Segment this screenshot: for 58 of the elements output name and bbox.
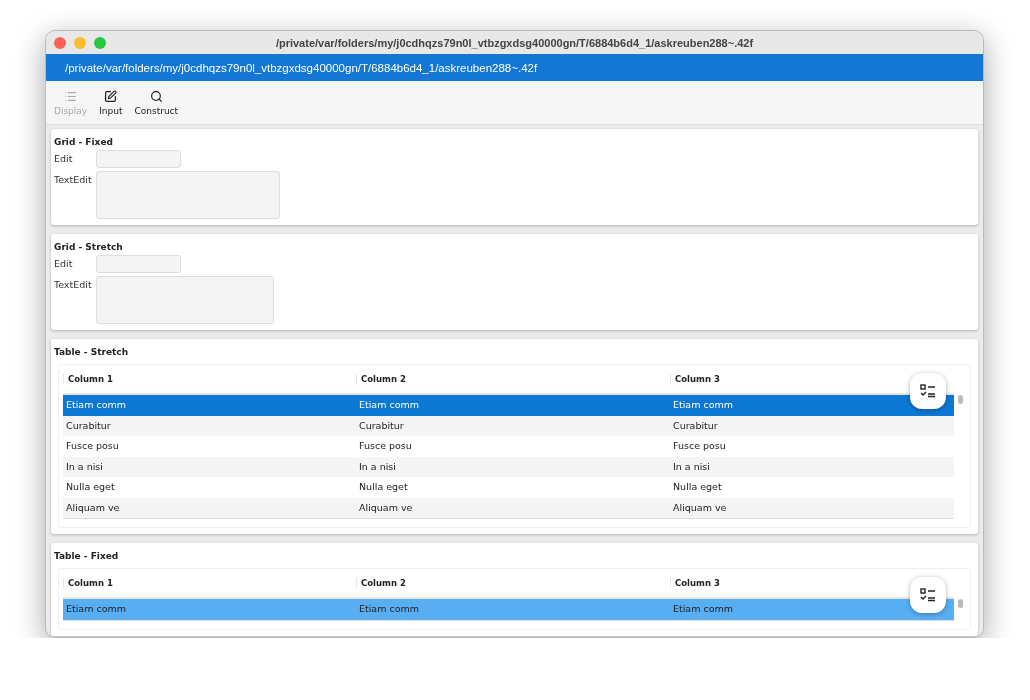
- table-cell-text: Etiam comm: [358, 399, 420, 411]
- column-header[interactable]: Column 2: [356, 578, 670, 588]
- input-field[interactable]: [96, 255, 181, 273]
- text-area[interactable]: [96, 171, 280, 219]
- section-title: Table - Stretch: [54, 347, 129, 357]
- window-title: /private/var/folders/my/j0cdhqzs79n0l_vtbzgxdsg40000gn/T/6884b6d4_1/askreuben288~.42f: [274, 36, 755, 49]
- column-chooser-button[interactable]: [910, 577, 946, 613]
- table-cell-text: Etiam comm: [358, 603, 420, 615]
- table-cell-text: Etiam comm: [65, 399, 127, 411]
- field-label: Edit: [54, 152, 74, 164]
- list-icon: [64, 89, 78, 103]
- table-cell-text: Aliquam ve: [672, 501, 728, 513]
- path-bar: /private/var/folders/my/j0cdhqzs79n0l_vtbzgxdsg40000gn/T/6884b6d4_1/askreuben288~.42f: [46, 54, 983, 81]
- table-cell-text: Curabitur: [358, 419, 405, 431]
- column-header[interactable]: Column 1: [63, 578, 356, 588]
- table-cell-text: Aliquam ve: [358, 501, 414, 513]
- checklist-icon: [920, 384, 936, 398]
- section-title: Grid - Fixed: [54, 137, 113, 147]
- table-cell-text: In a nisi: [65, 460, 104, 472]
- table-cell-text: Curabitur: [65, 419, 112, 431]
- toolbar-button[interactable]: Construct: [130, 81, 183, 124]
- table-row[interactable]: In a nisi In a nisi In a nisi: [63, 456, 954, 477]
- column-header[interactable]: Column 1: [63, 374, 356, 384]
- checklist-icon: [920, 588, 936, 602]
- table-row[interactable]: Etiam comm Etiam comm Etiam comm: [63, 395, 954, 416]
- edit-icon: [104, 89, 118, 103]
- text-area[interactable]: [96, 276, 274, 324]
- table-cell-text: In a nisi: [672, 460, 711, 472]
- toolbar-button[interactable]: Input: [95, 81, 127, 124]
- table-cell-text: Etiam comm: [672, 399, 734, 411]
- table-row[interactable]: Etiam comm Etiam comm Etiam comm: [63, 599, 954, 620]
- minimize-button[interactable]: [74, 36, 86, 49]
- table-cell-text: In a nisi: [358, 460, 397, 472]
- column-chooser-button[interactable]: [910, 373, 946, 409]
- table-cell-text: Nulla eget: [358, 481, 409, 493]
- close-button[interactable]: [54, 36, 66, 49]
- table-row[interactable]: Curabitur Curabitur Curabitur: [63, 415, 954, 436]
- table-row[interactable]: Aliquam ve Aliquam ve Aliquam ve: [63, 497, 954, 518]
- table-cell-text: Fusce posu: [358, 440, 413, 452]
- table-cell-text: Fusce posu: [672, 440, 727, 452]
- field-label: Edit: [54, 257, 74, 269]
- column-header[interactable]: Column 2: [356, 374, 670, 384]
- scrollbar-thumb[interactable]: [957, 599, 963, 608]
- zoom-button[interactable]: [94, 36, 106, 49]
- table-cell-text: Etiam comm: [65, 603, 127, 615]
- table-cell-text: Nulla eget: [65, 481, 116, 493]
- search-icon: [149, 89, 163, 103]
- table-cell-text: Etiam comm: [672, 603, 734, 615]
- scrollbar-thumb[interactable]: [957, 395, 963, 404]
- table-cell-text: Fusce posu: [65, 440, 120, 452]
- section-title: Table - Fixed: [54, 551, 119, 561]
- table-cell-text: Nulla eget: [672, 481, 723, 493]
- table-cell-text: Aliquam ve: [65, 501, 121, 513]
- section-title: Grid - Stretch: [54, 242, 123, 252]
- field-label: TextEdit: [54, 173, 93, 185]
- input-field[interactable]: [96, 150, 181, 168]
- table-cell-text: Curabitur: [672, 419, 719, 431]
- field-label: TextEdit: [54, 278, 93, 290]
